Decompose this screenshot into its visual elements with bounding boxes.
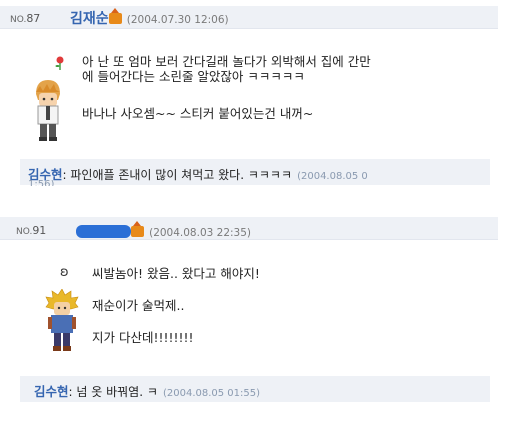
comment: 김수현: 파인애플 존내이 많이 쳐먹고 왔다. ㅋㅋㅋㅋ (2004.08.0… xyxy=(28,167,368,182)
post-line: 씨발놈아! 왔음.. 왔다고 해야지! xyxy=(92,266,260,281)
post-number: NO.87 xyxy=(10,12,41,25)
post-number: NO.91 xyxy=(16,224,47,237)
post-line: 아 난 또 엄마 보러 간다길래 놀다가 외박해서 집에 간만 xyxy=(82,54,371,69)
question-icon: ʚ xyxy=(60,265,69,280)
author-name[interactable]: 김재순 xyxy=(70,11,109,27)
post-line: 바나나 사오셈~~ 스티커 붙어있는건 내꺼~ xyxy=(82,106,314,121)
post-line: 에 들어간다는 소린줄 알았잖아 ㅋㅋㅋㅋㅋ xyxy=(82,69,305,84)
author-line: 김재순 (2004.07.30 12:06) xyxy=(70,8,229,28)
comment-date: (2004.08.05 01:55) xyxy=(162,388,261,399)
post-line: 지가 다산데!!!!!!!! xyxy=(92,330,194,345)
author-name[interactable] xyxy=(76,225,131,238)
post-body: 씨발놈아! 왔음.. 왔다고 해야지! 재순이가 술먹제.. 지가 다산데!!!… xyxy=(92,266,260,345)
avatar xyxy=(44,288,80,353)
comment-author[interactable]: 김수현 xyxy=(34,384,69,399)
post-body: 아 난 또 엄마 보러 간다길래 놀다가 외박해서 집에 간만 에 들어간다는 … xyxy=(82,54,371,121)
comment: 김수현: 넘 옷 바꿔염. ㅋ (2004.08.05 01:55) xyxy=(34,384,261,399)
comment-text: 파인애플 존내이 많이 쳐먹고 왔다. ㅋㅋㅋㅋ xyxy=(70,168,292,182)
home-icon[interactable] xyxy=(108,8,122,24)
comment-date: (2004.08.05 0 xyxy=(297,171,368,182)
post-date: (2004.07.30 12:06) xyxy=(126,14,229,26)
author-line: (2004.08.03 22:35) xyxy=(76,221,251,240)
comment-date-cont: 1:56) xyxy=(28,180,55,186)
flower-icon xyxy=(55,55,65,70)
post-date: (2004.08.03 22:35) xyxy=(149,227,252,239)
home-icon[interactable] xyxy=(131,221,144,237)
post-line: 재순이가 술먹제.. xyxy=(92,298,185,313)
comment-text: 넘 옷 바꿔염. ㅋ xyxy=(76,385,158,399)
avatar xyxy=(30,78,66,142)
